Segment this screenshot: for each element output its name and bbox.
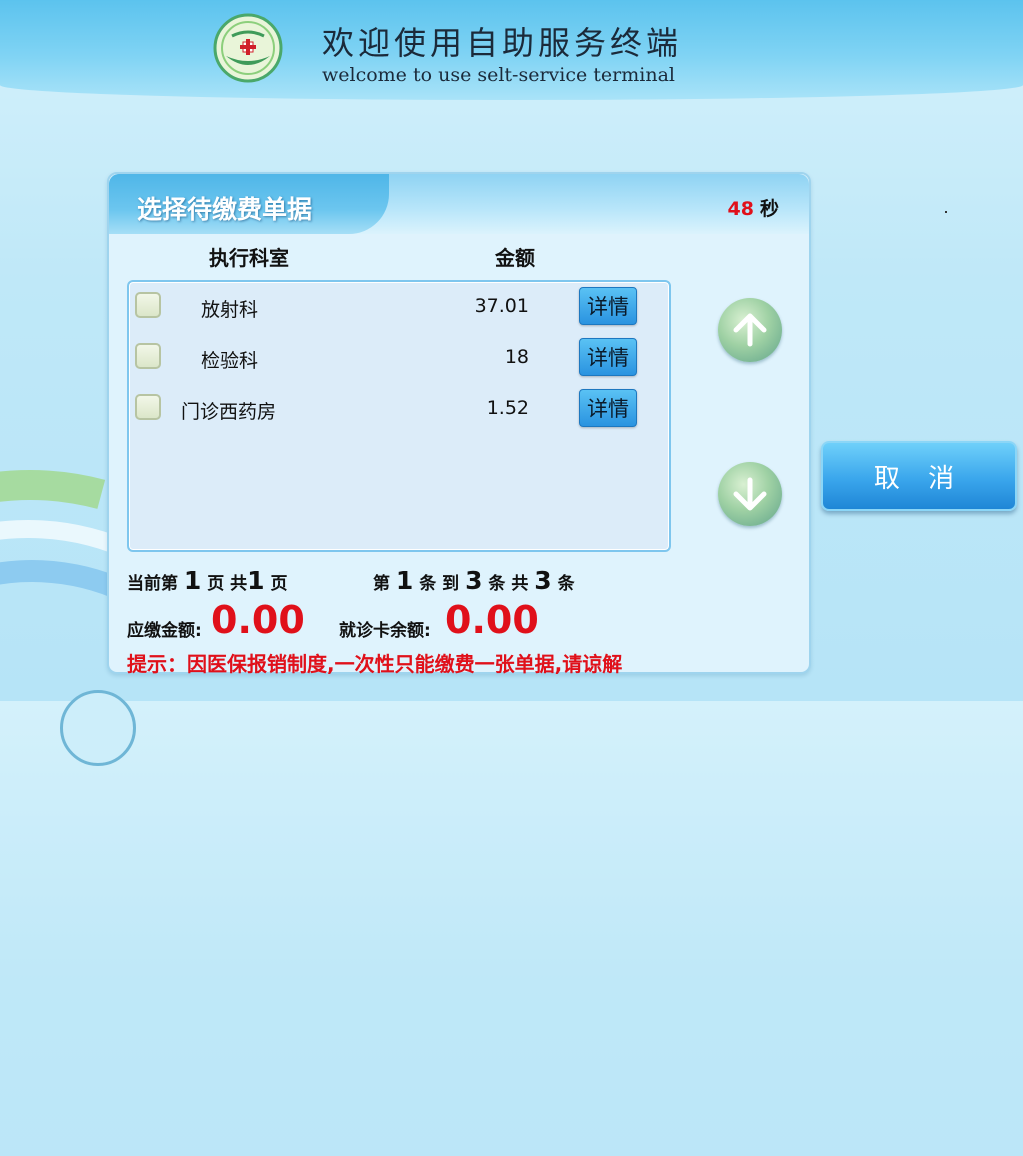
arrow-up-icon [733,313,767,347]
page-indicator: 当前第 1 页 共1 页 [127,566,288,595]
countdown-timer: 48 秒 [728,194,779,221]
bill-amount: 18 [504,346,529,368]
bill-row: 门诊西药房 1.52 详情 [129,386,669,430]
stray-dot [945,211,947,213]
page-down-button[interactable] [718,462,782,526]
bill-dept: 放射科 [201,299,259,321]
bill-list: 放射科 37.01 详情 检验科 18 详情 门诊西药房 1.52 详情 [127,280,671,552]
panel-header: 选择待缴费单据 48 秒 [109,174,809,234]
records-from: 1 [395,566,414,595]
detail-button[interactable]: 详情 [579,389,637,427]
bill-checkbox[interactable] [135,292,161,318]
record-indicator: 第 1 条 到 3 条 共 3 条 [373,566,575,595]
countdown-value: 48 [727,198,754,220]
page-up-button[interactable] [718,298,782,362]
card-balance-value: 0.00 [445,598,539,642]
column-header-dept: 执行科室 [209,246,289,270]
bill-amount: 1.52 [486,397,529,419]
page-word: 页 [207,574,225,594]
records-total: 3 [534,566,552,595]
bill-checkbox[interactable] [135,343,161,369]
hospital-cross-emblem-icon [213,13,283,83]
panel-title-tab: 选择待缴费单据 [109,174,389,234]
records-suffix: 条 [557,574,575,594]
cancel-button[interactable]: 取 消 [821,441,1017,511]
current-page: 1 [183,566,202,595]
decor-circle [60,690,136,766]
card-balance-label: 就诊卡余额: [339,621,431,641]
bill-checkbox[interactable] [135,394,161,420]
header-title-en: welcome to use selt-service terminal [322,64,675,86]
total-pages: 1 [247,566,265,595]
bill-dept: 检验科 [201,350,259,372]
arrow-down-icon [733,477,767,511]
countdown-unit: 秒 [759,198,779,220]
page-word: 页 [270,574,288,594]
amount-due-label: 应缴金额: [127,621,202,641]
bill-row: 放射科 37.01 详情 [129,284,669,328]
bill-amount: 37.01 [474,295,529,317]
page-header: 欢迎使用自助服务终端 welcome to use selt-service t… [0,0,1023,100]
bill-dept: 门诊西药房 [181,401,277,423]
notice-text: 提示：因医保报销制度,一次性只能缴费一张单据,请谅解 [127,652,623,676]
bill-row: 检验科 18 详情 [129,335,669,379]
records-mid: 条 到 [419,574,460,594]
records-mid2: 条 共 [488,574,529,594]
page-prefix: 当前第 [127,574,178,594]
bill-selection-panel: 选择待缴费单据 48 秒 执行科室 金额 放射科 37.01 详情 检验科 18 … [107,172,811,676]
records-prefix: 第 [373,574,390,594]
total-prefix: 共 [230,574,248,594]
detail-button[interactable]: 详情 [579,338,637,376]
panel-title: 选择待缴费单据 [137,195,313,224]
records-to: 3 [465,566,483,595]
amount-due-value: 0.00 [211,598,305,642]
detail-button[interactable]: 详情 [579,287,637,325]
column-header-amount: 金额 [495,246,535,270]
header-title-cn: 欢迎使用自助服务终端 [322,24,683,62]
